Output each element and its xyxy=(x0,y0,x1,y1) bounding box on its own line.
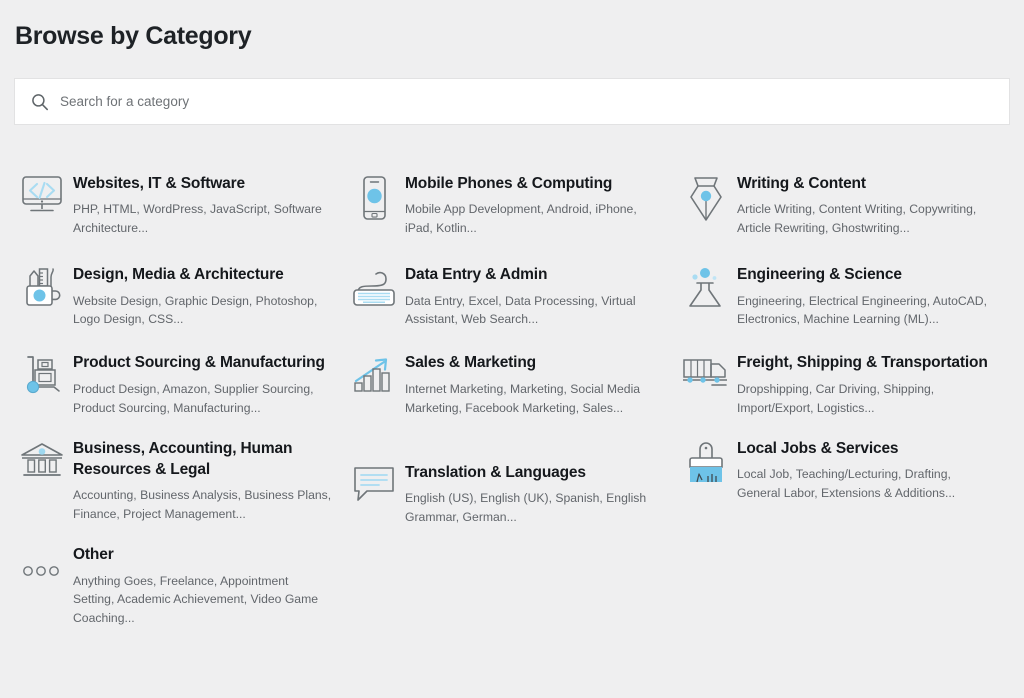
category-item-business-accounting-hr-legal[interactable]: Business, Accounting, Human Resources & … xyxy=(14,438,346,545)
category-item-local-jobs-services[interactable]: Local Jobs & Services Local Job, Teachin… xyxy=(678,438,1010,519)
pen-nib-icon xyxy=(678,173,734,225)
category-title: Engineering & Science xyxy=(737,266,902,284)
search-input[interactable] xyxy=(60,79,993,124)
category-text: Product Sourcing & Manufacturing Product… xyxy=(70,352,346,417)
category-subtitle: Local Job, Teaching/Lecturing, Drafting,… xyxy=(737,466,956,500)
category-text: Data Entry & Admin Data Entry, Excel, Da… xyxy=(402,264,678,329)
category-grid: Websites, IT & Software PHP, HTML, WordP… xyxy=(14,173,1010,644)
category-subtitle: Internet Marketing, Marketing, Social Me… xyxy=(405,381,641,415)
search-bar[interactable] xyxy=(14,78,1010,125)
category-column-2: Mobile Phones & Computing Mobile App Dev… xyxy=(346,173,678,644)
category-title: Writing & Content xyxy=(737,175,866,192)
category-item-mobile-phones-computing[interactable]: Mobile Phones & Computing Mobile App Dev… xyxy=(346,173,678,264)
category-text: Writing & Content Article Writing, Conte… xyxy=(734,173,1010,238)
category-text: Other Anything Goes, Freelance, Appointm… xyxy=(70,544,346,628)
category-subtitle: Accounting, Business Analysis, Business … xyxy=(73,488,332,522)
category-subtitle: Data Entry, Excel, Data Processing, Virt… xyxy=(405,293,636,327)
page-title: Browse by Category xyxy=(15,22,252,50)
category-subtitle: Product Design, Amazon, Supplier Sourcin… xyxy=(73,381,314,415)
browse-category-page: Browse by Category Search for a category… xyxy=(0,0,1024,698)
category-column-1: Websites, IT & Software PHP, HTML, WordP… xyxy=(14,173,346,644)
monitor-code-icon xyxy=(14,173,70,225)
speech-bubble-lines-icon xyxy=(346,462,402,514)
smartphone-icon xyxy=(346,173,402,225)
category-text: Design, Media & Architecture Website Des… xyxy=(70,264,346,329)
category-subtitle: Article Writing, Content Writing, Copywr… xyxy=(737,202,977,236)
category-text: Websites, IT & Software PHP, HTML, WordP… xyxy=(70,173,346,238)
category-text: Sales & Marketing Internet Marketing, Ma… xyxy=(402,352,678,417)
category-text: Mobile Phones & Computing Mobile App Dev… xyxy=(402,173,678,238)
category-text: Freight, Shipping & Transportation Drops… xyxy=(734,352,1010,417)
category-title: Other xyxy=(73,546,114,564)
category-title: Mobile Phones & Computing xyxy=(405,175,613,192)
category-title: Sales & Marketing xyxy=(405,354,536,372)
category-item-data-entry-admin[interactable]: Data Entry & Admin Data Entry, Excel, Da… xyxy=(346,264,678,352)
category-item-engineering-science[interactable]: Engineering & Science Engineering, Elect… xyxy=(678,264,1010,352)
category-item-design-media-architecture[interactable]: Design, Media & Architecture Website Des… xyxy=(14,264,346,352)
category-subtitle: Engineering, Electrical Engineering, Aut… xyxy=(737,293,987,327)
category-title: Product Sourcing & Manufacturing xyxy=(73,354,325,372)
category-title: Translation & Languages xyxy=(405,463,586,481)
category-text: Local Jobs & Services Local Job, Teachin… xyxy=(734,438,1010,503)
category-text: Engineering & Science Engineering, Elect… xyxy=(734,264,1010,329)
category-item-other[interactable]: Other Anything Goes, Freelance, Appointm… xyxy=(14,544,346,644)
category-item-freight-shipping-transportation[interactable]: Freight, Shipping & Transportation Drops… xyxy=(678,352,1010,437)
three-dots-icon xyxy=(14,544,70,596)
category-item-translation-languages[interactable]: Translation & Languages English (US), En… xyxy=(346,462,678,543)
category-subtitle: PHP, HTML, WordPress, JavaScript, Softwa… xyxy=(73,202,322,236)
category-subtitle: Dropshipping, Car Driving, Shipping, Imp… xyxy=(737,381,935,415)
category-subtitle: Anything Goes, Freelance, Appointment Se… xyxy=(73,573,319,626)
design-mug-tools-icon xyxy=(14,264,70,316)
hand-truck-boxes-icon xyxy=(14,352,70,404)
category-title: Websites, IT & Software xyxy=(73,175,245,192)
category-item-writing-content[interactable]: Writing & Content Article Writing, Conte… xyxy=(678,173,1010,264)
search-icon xyxy=(31,93,49,111)
category-subtitle: Website Design, Graphic Design, Photosho… xyxy=(73,293,318,327)
category-item-sales-marketing[interactable]: Sales & Marketing Internet Marketing, Ma… xyxy=(346,352,678,461)
category-text: Business, Accounting, Human Resources & … xyxy=(70,438,346,525)
growth-chart-icon xyxy=(346,352,402,404)
category-title: Business, Accounting, Human Resources & … xyxy=(73,439,293,478)
category-item-product-sourcing-manufacturing[interactable]: Product Sourcing & Manufacturing Product… xyxy=(14,352,346,437)
category-text: Translation & Languages English (US), En… xyxy=(402,462,678,527)
delivery-truck-icon xyxy=(678,352,734,404)
category-title: Design, Media & Architecture xyxy=(73,266,284,284)
category-title: Freight, Shipping & Transportation xyxy=(737,354,988,372)
bank-building-icon xyxy=(14,438,70,490)
category-item-websites-it-software[interactable]: Websites, IT & Software PHP, HTML, WordP… xyxy=(14,173,346,264)
paintbrush-icon xyxy=(678,438,734,490)
keyboard-icon xyxy=(346,264,402,316)
category-column-3: Writing & Content Article Writing, Conte… xyxy=(678,173,1010,644)
category-title: Data Entry & Admin xyxy=(405,266,548,284)
flask-icon xyxy=(678,264,734,316)
category-title: Local Jobs & Services xyxy=(737,439,899,457)
category-subtitle: Mobile App Development, Android, iPhone,… xyxy=(405,202,637,236)
category-subtitle: English (US), English (UK), Spanish, Eng… xyxy=(405,490,647,524)
